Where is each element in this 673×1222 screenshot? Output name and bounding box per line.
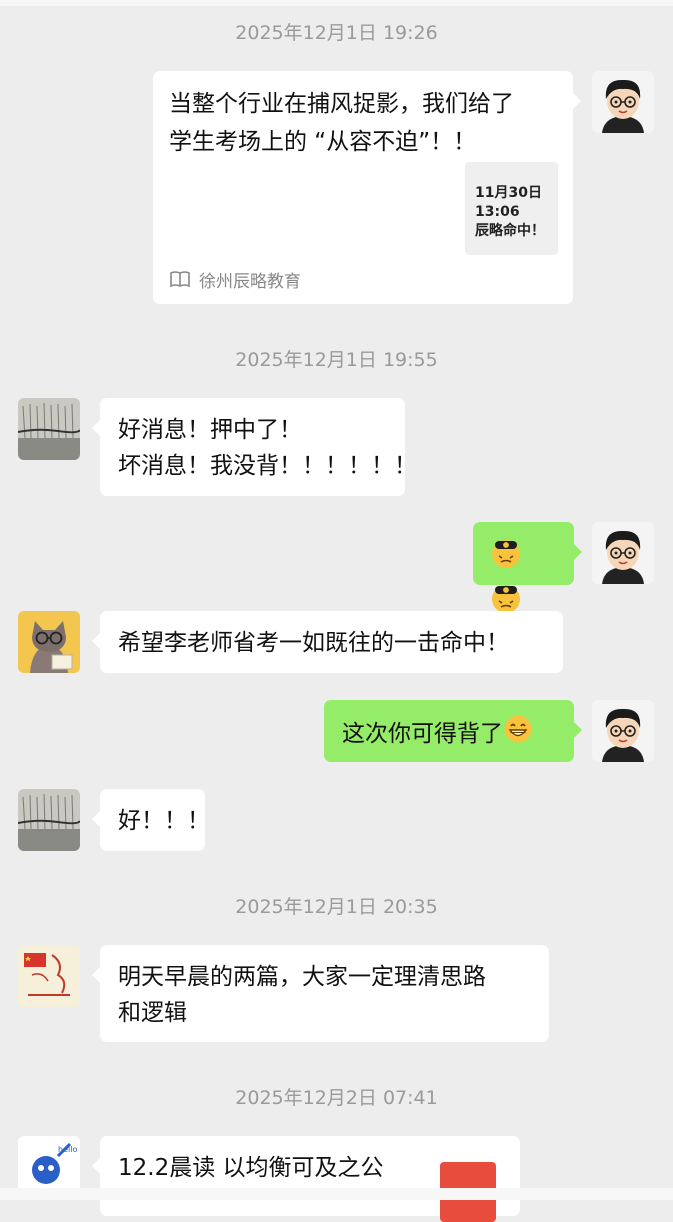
grin-emoji [503,714,533,755]
timestamp: 2025年12月1日 20:35 [235,896,438,918]
book-icon [169,270,191,288]
thumb-time: 13:06 [475,204,520,220]
member-avatar[interactable] [18,611,80,673]
message-text: 坏消息！我没背！！！！！！ [118,453,417,479]
thumb-date: 11月30日 [475,185,542,201]
member-avatar[interactable] [18,789,80,851]
timestamp: 2025年12月1日 19:26 [235,22,438,44]
member-avatar[interactable] [18,945,80,1007]
message-bubble[interactable]: 明天早晨的两篇，大家一定理清思路 和逻辑 [92,945,549,1042]
message-text: 和逻辑 [118,1000,187,1026]
svg-text:hello: hello [58,1145,77,1154]
article-title: 当整个行业在捕风捉影，我们给了 学生考场上的 “从容不迫”！！ [169,91,514,155]
message-bubble[interactable]: 好消息！押中了！ 坏消息！我没背！！！！！！ [92,398,417,496]
message-text: 希望李老师省考一如既往的一击命中！ [118,630,509,656]
self-avatar[interactable] [592,522,654,584]
message-text: 这次你可得背了 [342,721,503,747]
message-text: 好！！！ [118,808,210,834]
facepalm-emoji [489,535,523,580]
bottom-bar [0,1188,673,1200]
member-avatar[interactable] [18,398,80,460]
message-bubble[interactable]: 希望李老师省考一如既往的一击命中！ [92,611,563,673]
self-avatar[interactable] [592,71,654,133]
message-text: 明天早晨的两篇，大家一定理清思路 [118,964,486,990]
timestamp: 2025年12月2日 07:41 [235,1087,438,1109]
timestamp: 2025年12月1日 19:55 [235,349,438,371]
top-divider [0,0,673,6]
self-avatar[interactable] [592,700,654,762]
thumb-caption: 辰略命中！ [475,223,545,239]
message-text: 好消息！押中了！ [118,417,302,443]
message-bubble[interactable]: 好！！！ [92,789,210,851]
article-card[interactable]: 当整个行业在捕风捉影，我们给了 学生考场上的 “从容不迫”！！ 11月30日 1… [153,71,581,304]
message-bubble[interactable]: 这次你可得背了 [324,700,582,762]
article-source: 徐州辰略教育 [169,267,301,292]
article-thumbnail: 11月30日 13:06 辰略命中！ [465,162,558,255]
message-bubble[interactable] [473,522,582,613]
file-message-bubble[interactable]: 12.2晨读 以均衡可及之公 [92,1136,520,1222]
